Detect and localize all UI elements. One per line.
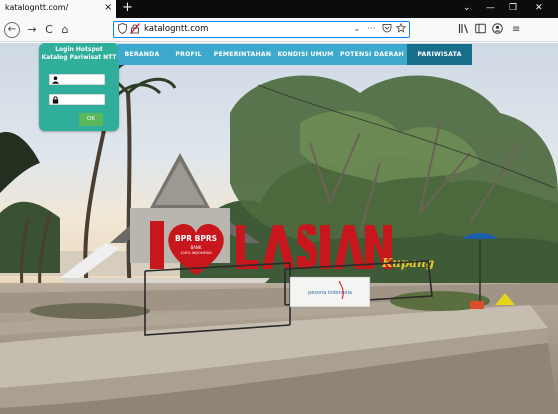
bookmark-star-icon[interactable] xyxy=(395,22,407,37)
reload-button[interactable]: C xyxy=(41,22,57,38)
bank-heart-line3: 100% INDONESIA xyxy=(180,251,212,255)
menu-item-profil[interactable]: PROFIL xyxy=(166,44,211,65)
tab-bar: katalogntt.com/ × + ⌄ — ❐ ✕ xyxy=(0,0,558,18)
main-menu: BERANDA PROFIL PEMERINTAHAN KONDISI UMUM… xyxy=(118,44,472,65)
web-page: BPR BPRS BANK 100% INDONESIA Kupang peso… xyxy=(0,43,558,414)
page-actions-icon[interactable]: ··· xyxy=(367,23,376,35)
back-button[interactable]: ← xyxy=(4,22,20,38)
restore-icon[interactable]: ❐ xyxy=(509,2,517,14)
menu-item-beranda[interactable]: BERANDA xyxy=(118,44,166,65)
login-title-line1: Login Hotspot xyxy=(55,46,103,53)
close-window-icon[interactable]: ✕ xyxy=(535,2,543,14)
lock-icon xyxy=(52,96,59,106)
tab-title: katalogntt.com/ xyxy=(5,3,69,12)
sidebar-icon[interactable] xyxy=(475,23,486,38)
menu-item-pariwisata[interactable]: PARIWISATA xyxy=(407,44,472,65)
minimize-icon[interactable]: — xyxy=(486,2,495,14)
bank-heart-line1: BPR BPRS xyxy=(175,234,217,243)
app-menu-icon[interactable]: ≡ xyxy=(512,23,520,36)
login-title: Login Hotspot Katalog Pariwisat NTT xyxy=(39,46,119,62)
forward-button[interactable]: → xyxy=(24,22,40,38)
list-tabs-icon[interactable]: ⌄ xyxy=(463,2,471,14)
login-hotspot-panel: Login Hotspot Katalog Pariwisat NTT OK xyxy=(39,43,119,131)
insecure-lock-icon[interactable] xyxy=(130,23,140,38)
user-icon xyxy=(52,76,59,86)
pocket-icon[interactable] xyxy=(382,23,392,37)
new-tab-icon[interactable]: + xyxy=(122,0,133,16)
bank-heart-line2: BANK xyxy=(190,245,201,250)
ok-button[interactable]: OK xyxy=(79,113,103,126)
library-icon[interactable] xyxy=(458,23,469,38)
username-field[interactable] xyxy=(49,74,105,85)
url-dropdown-icon[interactable]: ⌄ xyxy=(353,23,361,35)
browser-tab[interactable]: katalogntt.com/ × xyxy=(0,0,116,18)
menu-item-kondisi-umum[interactable]: KONDISI UMUM xyxy=(274,44,337,65)
address-bar[interactable]: katalogntt.com ⌄ ··· xyxy=(113,21,410,38)
login-title-line2: Katalog Pariwisat NTT xyxy=(41,54,117,61)
account-icon[interactable] xyxy=(492,23,503,38)
url-text[interactable]: katalogntt.com xyxy=(144,24,208,34)
shield-icon[interactable] xyxy=(118,22,127,38)
menu-item-potensi-daerah[interactable]: POTENSI DAERAH xyxy=(337,44,407,65)
menu-item-pemerintahan[interactable]: PEMERINTAHAN xyxy=(211,44,274,65)
password-field[interactable] xyxy=(49,94,105,105)
tab-close-icon[interactable]: × xyxy=(104,2,112,14)
pesona-sign-text: pesona indonesia xyxy=(308,290,352,296)
navigation-toolbar: ← → C ⌂ katalogntt.com ⌄ ··· ≡ xyxy=(0,18,558,42)
home-button[interactable]: ⌂ xyxy=(57,22,73,38)
